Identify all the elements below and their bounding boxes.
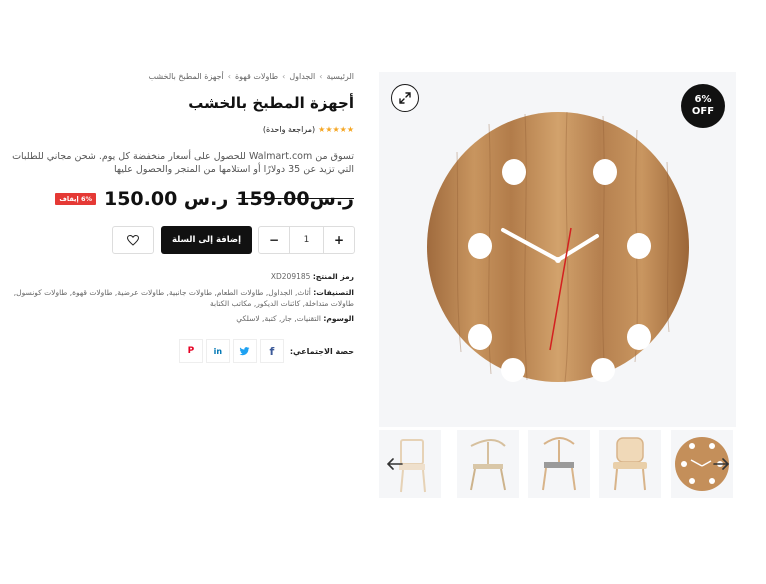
breadcrumb-separator: › [282, 72, 286, 81]
thumbnail-next[interactable] [711, 454, 731, 474]
discount-badge-percent: 6% [694, 94, 712, 105]
add-to-cart-button[interactable]: إضافة إلى السلة [161, 226, 252, 254]
arrow-right-icon [713, 458, 729, 470]
thumbnail-prev[interactable] [385, 454, 405, 474]
breadcrumb-separator: › [227, 72, 231, 81]
thumbnail-cane-armchair[interactable] [599, 430, 661, 498]
tags-value[interactable]: التقنيات, جار, كتبة, لاسلكي [236, 314, 321, 323]
linkedin-share-button[interactable]: in [205, 339, 230, 363]
product-description: تسوق من Walmart.com للحصول على أسعار منخ… [12, 151, 354, 175]
breadcrumb-separator: › [319, 72, 323, 81]
pinterest-icon: P [187, 346, 195, 356]
review-count[interactable]: (مراجعة واحدة) [263, 125, 315, 134]
twitter-share-button[interactable] [232, 339, 257, 363]
heart-icon [127, 234, 139, 246]
thumbnail-cord-seat-chair[interactable] [528, 430, 590, 498]
product-title: أجهزة المطبخ بالخشب [188, 94, 354, 112]
breadcrumb-tables[interactable]: الجداول [289, 72, 315, 81]
sku-value: XD209185 [270, 272, 311, 281]
sku-line: رمز المنتج: XD209185 [4, 272, 354, 283]
sku-label: رمز المنتج: [312, 272, 354, 281]
quantity-input[interactable] [289, 227, 324, 253]
facebook-icon: f [269, 344, 275, 358]
product-gallery: 6% OFF [379, 72, 736, 427]
facebook-share-button[interactable]: f [259, 339, 284, 363]
linkedin-icon: in [213, 346, 223, 356]
price-row: 159.00ر.س 150.00 ر.س 6% إيقاف [55, 186, 354, 212]
categories-label: التصنيفات: [313, 288, 354, 297]
product-image-clock[interactable] [427, 112, 689, 382]
categories-value[interactable]: أثاث, الجداول, طاولات الطعام, طاولات جان… [14, 288, 354, 308]
discount-tag: 6% إيقاف [55, 193, 96, 205]
arrow-left-icon [387, 458, 403, 470]
zoom-button[interactable] [391, 84, 419, 112]
wishlist-button[interactable] [112, 226, 154, 254]
tags-label: الوسوم: [323, 314, 354, 323]
thumbnail-strip [379, 430, 736, 498]
product-rating[interactable]: ★★★★★ (مراجعة واحدة) [263, 125, 354, 134]
breadcrumb-current: أجهزة المطبخ بالخشب [148, 72, 224, 81]
current-price: 150.00 ر.س [103, 188, 229, 210]
breadcrumb: الرئيسية›الجداول›طاولات قهوة›أجهزة المطب… [149, 72, 354, 81]
pinterest-share-button[interactable]: P [178, 339, 203, 363]
quantity-increase-button[interactable]: + [324, 227, 354, 253]
tags-line: الوسوم: التقنيات, جار, كتبة, لاسلكي [4, 314, 354, 325]
twitter-icon [239, 346, 250, 355]
old-price: 159.00ر.س [236, 188, 354, 210]
thumbnail-wishbone-chair[interactable] [457, 430, 519, 498]
categories-line: التصنيفات: أثاث, الجداول, طاولات الطعام,… [2, 288, 354, 309]
expand-icon [399, 92, 411, 104]
rating-stars-icon: ★★★★★ [318, 125, 354, 134]
social-share: حصة الاجتماعي: f in P [176, 339, 354, 363]
add-to-cart-row: إضافة إلى السلة + − [112, 226, 355, 254]
quantity-decrease-button[interactable]: − [259, 227, 289, 253]
breadcrumb-home[interactable]: الرئيسية [326, 72, 354, 81]
quantity-stepper: + − [258, 226, 355, 254]
breadcrumb-coffee-tables[interactable]: طاولات قهوة [235, 72, 278, 81]
share-label: حصة الاجتماعي: [289, 346, 354, 356]
